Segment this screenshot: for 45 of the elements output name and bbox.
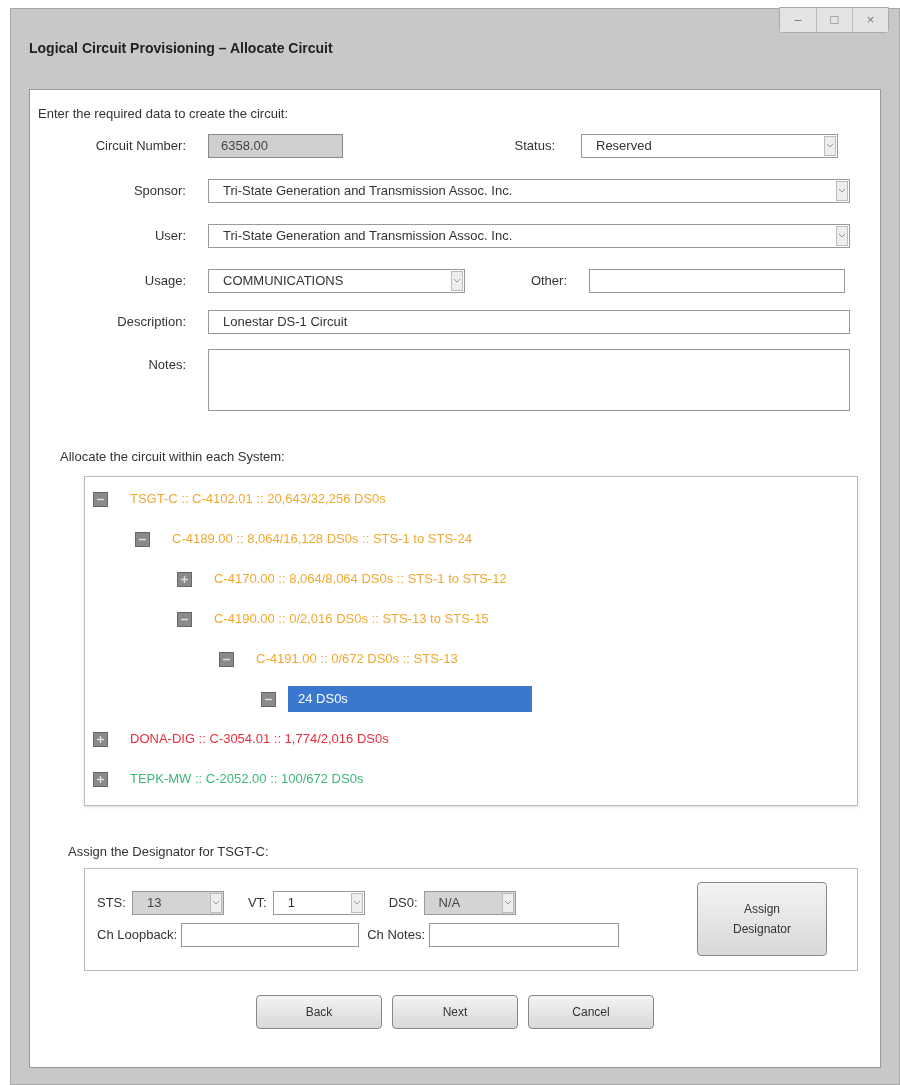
collapse-icon[interactable] — [93, 491, 108, 507]
field-label: Sponsor: — [132, 181, 186, 200]
field-label: Description: — [116, 312, 186, 331]
expand-icon[interactable] — [93, 771, 108, 787]
dropdown[interactable]: Tri-State Generation and Transmission Assoc. Inc. — [208, 178, 850, 203]
field-label: Usage: — [143, 271, 186, 290]
maximize-button[interactable]: □ — [816, 8, 852, 32]
collapse-icon[interactable] — [177, 611, 192, 627]
input-field[interactable] — [429, 923, 620, 947]
tree-item[interactable]: 24 DS0s — [288, 686, 532, 712]
input-field[interactable] — [589, 268, 845, 293]
minimize-button[interactable]: – — [780, 8, 816, 32]
field-label: Other: — [529, 271, 567, 290]
field-label: VT: — [247, 894, 267, 913]
field-label: Circuit Number: — [94, 136, 186, 155]
field-label: User: — [153, 226, 186, 245]
field-label: DS0: — [388, 894, 418, 913]
notes-field[interactable] — [208, 348, 850, 411]
collapse-icon[interactable] — [135, 531, 150, 547]
assign-designator-button[interactable]: Assign Designator — [697, 882, 827, 956]
field-label: STS: — [97, 894, 126, 913]
circuit-number-field: 6358.00 — [208, 133, 343, 158]
field-label: Ch Loopback: — [97, 926, 178, 945]
field-label: Ch Notes: — [367, 926, 426, 945]
input-field[interactable] — [181, 923, 360, 947]
tree-item[interactable]: DONA-DIG :: C-3054.01 :: 1,774/2,016 DS0s — [120, 726, 399, 752]
close-button[interactable]: × — [852, 8, 888, 32]
dropdown[interactable]: Reserved — [581, 133, 838, 158]
dialog-button[interactable]: Cancel — [528, 994, 654, 1029]
dialog-button[interactable]: Next — [392, 994, 518, 1029]
dropdown[interactable]: Tri-State Generation and Transmission Assoc. Inc. — [208, 223, 850, 248]
collapse-icon[interactable] — [219, 651, 234, 667]
expand-icon[interactable] — [93, 731, 108, 747]
dropdown[interactable]: 1 — [272, 891, 365, 915]
field-label: Status: — [513, 136, 555, 155]
instruction-text: Enter the required data to create the circuit: — [38, 105, 289, 123]
collapse-icon[interactable] — [261, 691, 276, 707]
dropdown[interactable]: COMMUNICATIONS — [208, 268, 465, 293]
window-title: Logical Circuit Provisioning – Allocate Circuit — [29, 39, 333, 58]
expand-icon[interactable] — [177, 571, 192, 587]
input-field[interactable]: Lonestar DS-1 Circuit — [208, 309, 850, 334]
section-label: Assign the Designator for TSGT-C: — [68, 843, 269, 861]
dialog-button[interactable]: Back — [256, 994, 382, 1029]
field-label: Notes: — [147, 355, 186, 374]
section-label: Allocate the circuit within each System: — [60, 447, 285, 466]
